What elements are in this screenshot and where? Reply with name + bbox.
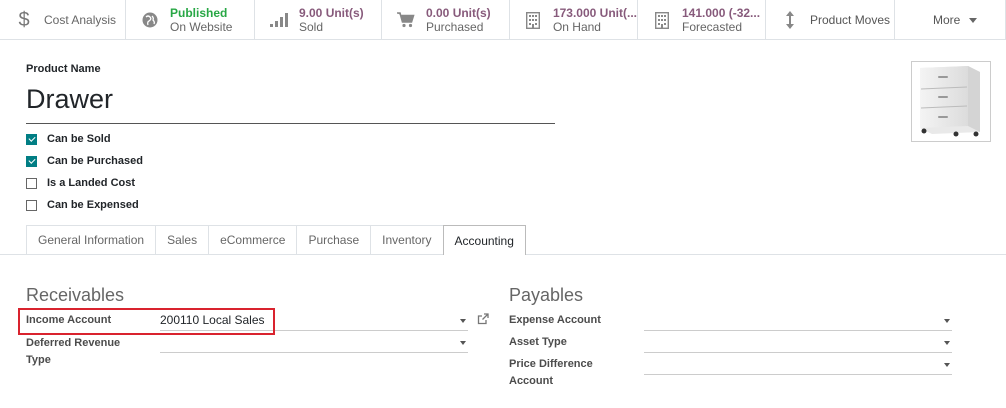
can-be-purchased-checkbox[interactable] xyxy=(26,155,37,167)
cost-analysis-button[interactable]: $ Cost Analysis xyxy=(0,0,126,40)
caret-down-icon xyxy=(969,17,978,23)
can-be-purchased-label: Can be Purchased xyxy=(47,155,143,167)
deferred-revenue-type-label: Deferred Revenue Type xyxy=(26,335,120,369)
building-icon xyxy=(524,11,543,29)
product-image[interactable] xyxy=(911,61,991,142)
tab-purchase[interactable]: Purchase xyxy=(296,225,372,254)
income-account-highlight xyxy=(18,308,275,335)
caret-down-icon[interactable] xyxy=(460,341,466,345)
caret-down-icon[interactable] xyxy=(944,341,950,345)
product-name-input[interactable]: Drawer xyxy=(26,84,555,124)
can-be-expensed-row[interactable]: Can be Expensed xyxy=(26,194,143,216)
expense-account-label: Expense Account xyxy=(509,314,601,326)
asset-type-label: Asset Type xyxy=(509,336,567,348)
can-be-expensed-checkbox[interactable] xyxy=(26,199,37,211)
on-hand-value: 173.000 Unit(... xyxy=(552,6,637,20)
asset-type-field[interactable] xyxy=(644,333,952,353)
tab-accounting[interactable]: Accounting xyxy=(442,225,526,255)
deferred-revenue-type-field[interactable] xyxy=(160,333,468,353)
can-be-sold-row[interactable]: Can be Sold xyxy=(26,128,143,150)
smart-buttons-bar: $ Cost Analysis Published On Website 9.0… xyxy=(0,0,1006,40)
price-difference-account-field[interactable] xyxy=(644,355,952,375)
tab-general-information[interactable]: General Information xyxy=(26,225,157,254)
forecasted-value: 141.000 (-32... xyxy=(682,6,761,20)
sold-button[interactable]: 9.00 Unit(s) Sold xyxy=(255,0,382,40)
landed-cost-checkbox[interactable] xyxy=(26,177,37,189)
product-options: Can be Sold Can be Purchased Is a Landed… xyxy=(26,128,143,216)
purchased-label: Purchased xyxy=(426,20,484,34)
expense-account-field[interactable] xyxy=(644,311,952,331)
external-link-icon[interactable] xyxy=(477,313,489,328)
purchased-value: 0.00 Unit(s) xyxy=(426,6,491,20)
forecasted-button[interactable]: 141.000 (-32... Forecasted xyxy=(638,0,766,40)
cost-analysis-label: Cost Analysis xyxy=(44,13,117,27)
deferred-revenue-label-line1: Deferred Revenue xyxy=(26,337,121,349)
more-label: More xyxy=(933,13,961,27)
cart-icon xyxy=(396,12,416,28)
more-button[interactable]: More xyxy=(895,0,1006,40)
product-moves-label: Product Moves xyxy=(810,13,891,27)
landed-cost-label: Is a Landed Cost xyxy=(47,177,136,189)
receivables-title: Receivables xyxy=(26,285,125,305)
landed-cost-row[interactable]: Is a Landed Cost xyxy=(26,172,143,194)
dollar-icon: $ xyxy=(18,8,30,31)
price-difference-label-line1: Price Difference xyxy=(509,358,593,370)
arrows-vertical-icon xyxy=(780,10,800,30)
payables-title: Payables xyxy=(509,285,584,305)
deferred-revenue-label-line2: Type xyxy=(26,354,51,366)
on-hand-button[interactable]: 173.000 Unit(... On Hand xyxy=(510,0,638,40)
can-be-sold-label: Can be Sold xyxy=(47,133,111,145)
caret-down-icon[interactable] xyxy=(944,319,950,323)
tab-sales[interactable]: Sales xyxy=(155,225,210,254)
published-button[interactable]: Published On Website xyxy=(126,0,255,40)
product-name-label: Product Name xyxy=(26,63,101,75)
on-hand-label: On Hand xyxy=(552,20,601,34)
purchased-button[interactable]: 0.00 Unit(s) Purchased xyxy=(382,0,510,40)
forecasted-label: Forecasted xyxy=(682,20,743,34)
signal-icon xyxy=(269,13,289,27)
can-be-purchased-row[interactable]: Can be Purchased xyxy=(26,150,143,172)
notebook-tabs: General Information Sales eCommerce Purc… xyxy=(26,225,526,255)
product-moves-button[interactable]: Product Moves xyxy=(766,0,895,40)
globe-icon xyxy=(140,12,160,28)
price-difference-label-line2: Account xyxy=(509,375,553,387)
caret-down-icon[interactable] xyxy=(460,319,466,323)
published-value: Published xyxy=(170,6,228,20)
can-be-sold-checkbox[interactable] xyxy=(26,133,37,145)
building-icon xyxy=(652,11,672,29)
published-label: On Website xyxy=(170,20,233,34)
price-difference-account-label: Price Difference Account xyxy=(509,356,593,390)
sold-label: Sold xyxy=(299,20,324,34)
tab-inventory[interactable]: Inventory xyxy=(370,225,444,254)
can-be-expensed-label: Can be Expensed xyxy=(47,199,139,211)
tab-ecommerce[interactable]: eCommerce xyxy=(208,225,298,254)
sold-value: 9.00 Unit(s) xyxy=(299,6,364,20)
caret-down-icon[interactable] xyxy=(944,363,950,367)
